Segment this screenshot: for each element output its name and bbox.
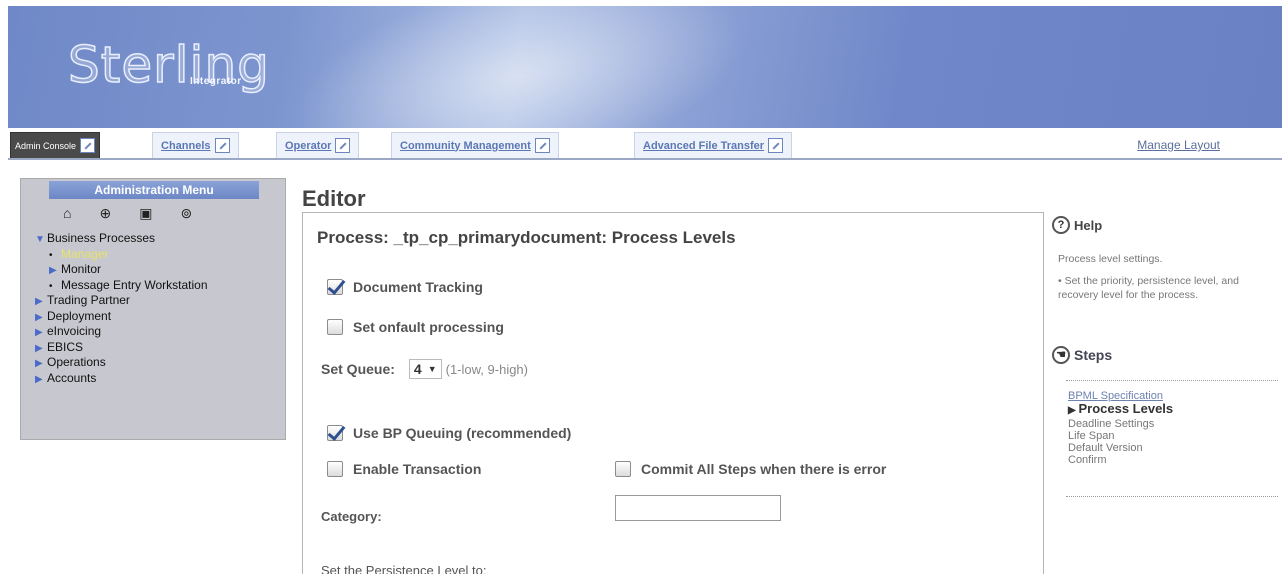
persistence-label: Set the Persistence Level to: [321, 563, 487, 574]
onfault-checkbox[interactable] [327, 319, 343, 335]
queue-hint: (1-low, 9-high) [445, 361, 528, 377]
sidebar-item-trading-partner[interactable]: ▶ Trading Partner [35, 293, 208, 309]
sidebar-item-manager[interactable]: • Manager [35, 247, 208, 263]
tab-advanced-file-transfer[interactable]: Advanced File Transfer [634, 132, 793, 158]
steps-divider-top [1066, 380, 1278, 381]
help-title: Help [1074, 217, 1103, 233]
tab-operator[interactable]: Operator [276, 132, 360, 158]
steps-divider-bottom [1066, 496, 1278, 497]
administration-menu: Administration Menu ⌂ ⊕ ▣ ⊚ ▼ Business Pr… [20, 178, 286, 440]
chevron-down-icon: ▼ [35, 234, 45, 245]
external-link-icon [768, 138, 784, 153]
external-link-icon [80, 138, 96, 153]
sterling-logo: Sterling Integrator [67, 35, 270, 95]
bp-queuing-row: Use BP Queuing (recommended) [327, 425, 571, 441]
sidebar-item-operations[interactable]: ▶ Operations [35, 355, 208, 371]
step-process-levels: ▶ Process Levels [1068, 402, 1173, 418]
sidebar-item-business-processes[interactable]: ▼ Business Processes [35, 231, 208, 247]
steps-list: BPML Specification ▶ Process Levels Dead… [1068, 390, 1173, 466]
sidebar-item-einvoicing[interactable]: ▶ eInvoicing [35, 324, 208, 340]
chevron-right-icon: ▶ [35, 296, 43, 307]
editor-panel: Process: _tp_cp_primarydocument: Process… [302, 212, 1044, 574]
document-tracking-row: Document Tracking [327, 279, 483, 295]
process-title: Process: _tp_cp_primarydocument: Process… [317, 228, 736, 247]
queue-select[interactable]: 4 ▼ [408, 359, 442, 379]
step-process-levels-label: Process Levels [1078, 401, 1174, 416]
help-bullet: • Set the priority, persistence level, a… [1058, 275, 1239, 301]
commit-all-steps-row: Commit All Steps when there is error [615, 461, 886, 477]
persistence-row: Set the Persistence Level to: [321, 563, 486, 574]
lock-icon[interactable]: ▣ [139, 205, 152, 222]
tab-label: Admin Console [15, 140, 77, 151]
step-deadline-settings: Deadline Settings [1068, 418, 1155, 430]
help-icon[interactable]: ⊚ [180, 205, 192, 222]
external-link-icon [335, 138, 351, 153]
bullet-icon: • [49, 280, 53, 292]
enable-transaction-row: Enable Transaction [327, 461, 481, 477]
queue-value: 4 [413, 361, 422, 377]
help-intro: Process level settings. [1058, 253, 1163, 265]
document-tracking-checkbox[interactable] [327, 279, 343, 295]
tab-channels[interactable]: Channels [152, 132, 239, 158]
help-panel: ? Help Process level settings. • Set the… [1048, 206, 1278, 506]
chevron-right-icon: ▶ [35, 342, 43, 354]
tab-label: Operator [285, 139, 332, 152]
sidebar-icon-row: ⌂ ⊕ ▣ ⊚ [63, 205, 192, 222]
home-icon[interactable]: ⌂ [63, 205, 71, 222]
category-row: Category: [321, 509, 382, 524]
category-label: Category: [321, 509, 382, 524]
enable-transaction-label: Enable Transaction [353, 461, 482, 477]
step-confirm: Confirm [1068, 454, 1107, 466]
tab-admin-console[interactable]: Admin Console [10, 132, 101, 158]
tab-label: Advanced File Transfer [643, 139, 765, 152]
external-link-icon [214, 138, 230, 153]
help-header[interactable]: ? Help [1052, 216, 1102, 234]
step-life-span: Life Span [1068, 430, 1115, 442]
globe-icon[interactable]: ⊕ [99, 205, 111, 222]
bullet-icon: • [49, 249, 53, 261]
document-tracking-label: Document Tracking [353, 279, 483, 295]
tab-label: Channels [161, 139, 211, 152]
commit-all-steps-label: Commit All Steps when there is error [641, 461, 887, 477]
steps-header: ☚ Steps [1052, 346, 1112, 364]
sidebar-item-deployment[interactable]: ▶ Deployment [35, 309, 208, 325]
chevron-right-icon: ▶ [35, 358, 43, 369]
help-circle-icon: ? [1052, 216, 1070, 234]
sidebar-item-accounts[interactable]: ▶ Accounts [35, 371, 208, 387]
chevron-right-icon: ▶ [35, 311, 43, 323]
step-default-version: Default Version [1068, 442, 1143, 454]
sidebar-item-message-entry-workstation[interactable]: • Message Entry Workstation [35, 278, 208, 294]
sidebar-title: Administration Menu [49, 181, 259, 199]
external-link-icon [534, 138, 550, 153]
chevron-right-icon: ▶ [35, 327, 43, 338]
chevron-down-icon: ▼ [427, 364, 437, 374]
enable-transaction-checkbox[interactable] [327, 461, 343, 477]
steps-title: Steps [1074, 347, 1113, 363]
sidebar-item-monitor[interactable]: ▶ Monitor [35, 262, 208, 278]
tab-label: Community Management [400, 139, 531, 152]
chevron-right-icon: ▶ [35, 373, 43, 385]
sidebar-item-ebics[interactable]: ▶ EBICS [35, 340, 208, 356]
set-queue-label: Set Queue: [321, 361, 395, 377]
tab-community-management[interactable]: Community Management [391, 132, 559, 158]
header-banner: Sterling Integrator [8, 6, 1282, 128]
commit-all-steps-checkbox[interactable] [615, 461, 631, 477]
bp-queuing-label: Use BP Queuing (recommended) [353, 425, 572, 441]
onfault-label: Set onfault processing [353, 319, 504, 335]
page-title: Editor [302, 186, 366, 211]
logo-sub-text: Integrator [190, 76, 242, 87]
set-queue-row: Set Queue: 4 ▼ (1-low, 9-high) [321, 359, 528, 379]
onfault-row: Set onfault processing [327, 319, 504, 335]
top-nav-bar: Admin Console Channels Operator Communit… [8, 128, 1282, 160]
category-input[interactable] [615, 495, 781, 521]
chevron-right-icon: ▶ [49, 265, 57, 276]
manage-layout-link[interactable]: Manage Layout [1137, 138, 1220, 152]
banner-highlight [242, 6, 794, 128]
steps-pointer-icon: ☚ [1052, 346, 1070, 364]
bp-queuing-checkbox[interactable] [327, 425, 343, 441]
sidebar-menu-list: ▼ Business Processes • Manager ▶ Monitor • M… [35, 231, 208, 386]
current-step-arrow-icon: ▶ [1068, 405, 1079, 416]
